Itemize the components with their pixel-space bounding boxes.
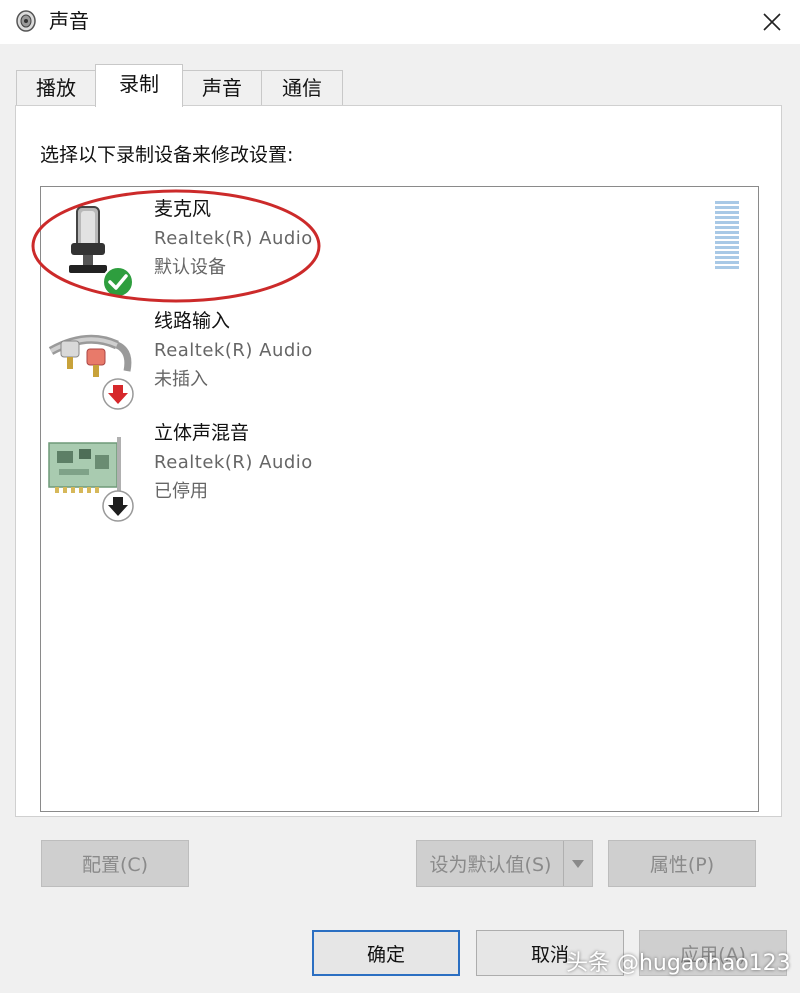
device-driver: Realtek(R) Audio [154, 452, 313, 473]
device-list[interactable]: 麦克风 Realtek(R) Audio 默认设备 线路输入 Realtek(R… [31, 186, 759, 812]
set-default-button[interactable]: 设为默认值(S) [416, 840, 593, 887]
device-status: 未插入 [154, 369, 208, 390]
level-meter [715, 201, 739, 269]
recording-panel: 选择以下录制设备来修改设置: 麦克风 Realtek(R) Audio 默认设备 [15, 105, 782, 817]
device-name: 麦克风 [154, 198, 212, 220]
unplugged-down-arrow-icon [102, 378, 134, 410]
disabled-down-arrow-icon [102, 490, 134, 522]
device-status: 已停用 [154, 481, 208, 502]
device-name: 线路输入 [154, 310, 231, 332]
properties-button[interactable]: 属性(P) [608, 840, 756, 887]
tab-recording[interactable]: 录制 [95, 64, 183, 107]
close-icon [763, 13, 781, 31]
close-button[interactable] [744, 0, 800, 44]
set-default-label: 设为默认值(S) [429, 854, 552, 876]
watermark: 头条 @hugaohao123 [566, 951, 791, 976]
device-info: 立体声混音 Realtek(R) Audio 已停用 [154, 419, 313, 506]
device-driver: Realtek(R) Audio [154, 340, 313, 361]
chevron-down-icon [572, 859, 584, 868]
instruction-text: 选择以下录制设备来修改设置: [40, 144, 294, 166]
device-item-microphone[interactable]: 麦克风 Realtek(R) Audio 默认设备 [31, 187, 758, 303]
configure-button[interactable]: 配置(C) [41, 840, 189, 887]
device-status: 默认设备 [154, 257, 226, 278]
device-item-line-in[interactable]: 线路输入 Realtek(R) Audio 未插入 [41, 299, 758, 410]
tab-sounds[interactable]: 声音 [182, 70, 262, 106]
device-driver: Realtek(R) Audio [154, 228, 313, 249]
default-check-icon [102, 266, 134, 298]
device-item-stereo-mix[interactable]: 立体声混音 Realtek(R) Audio 已停用 [41, 411, 758, 522]
set-default-dropdown[interactable] [563, 841, 592, 886]
tab-playback[interactable]: 播放 [16, 70, 96, 106]
tab-communications[interactable]: 通信 [261, 70, 343, 106]
window-title: 声音 [49, 9, 89, 33]
device-info: 麦克风 Realtek(R) Audio 默认设备 [154, 195, 313, 282]
speaker-app-icon [16, 10, 36, 32]
device-name: 立体声混音 [154, 422, 250, 444]
device-info: 线路输入 Realtek(R) Audio 未插入 [154, 307, 313, 394]
title-bar: 声音 [0, 0, 800, 44]
ok-button[interactable]: 确定 [312, 930, 460, 976]
